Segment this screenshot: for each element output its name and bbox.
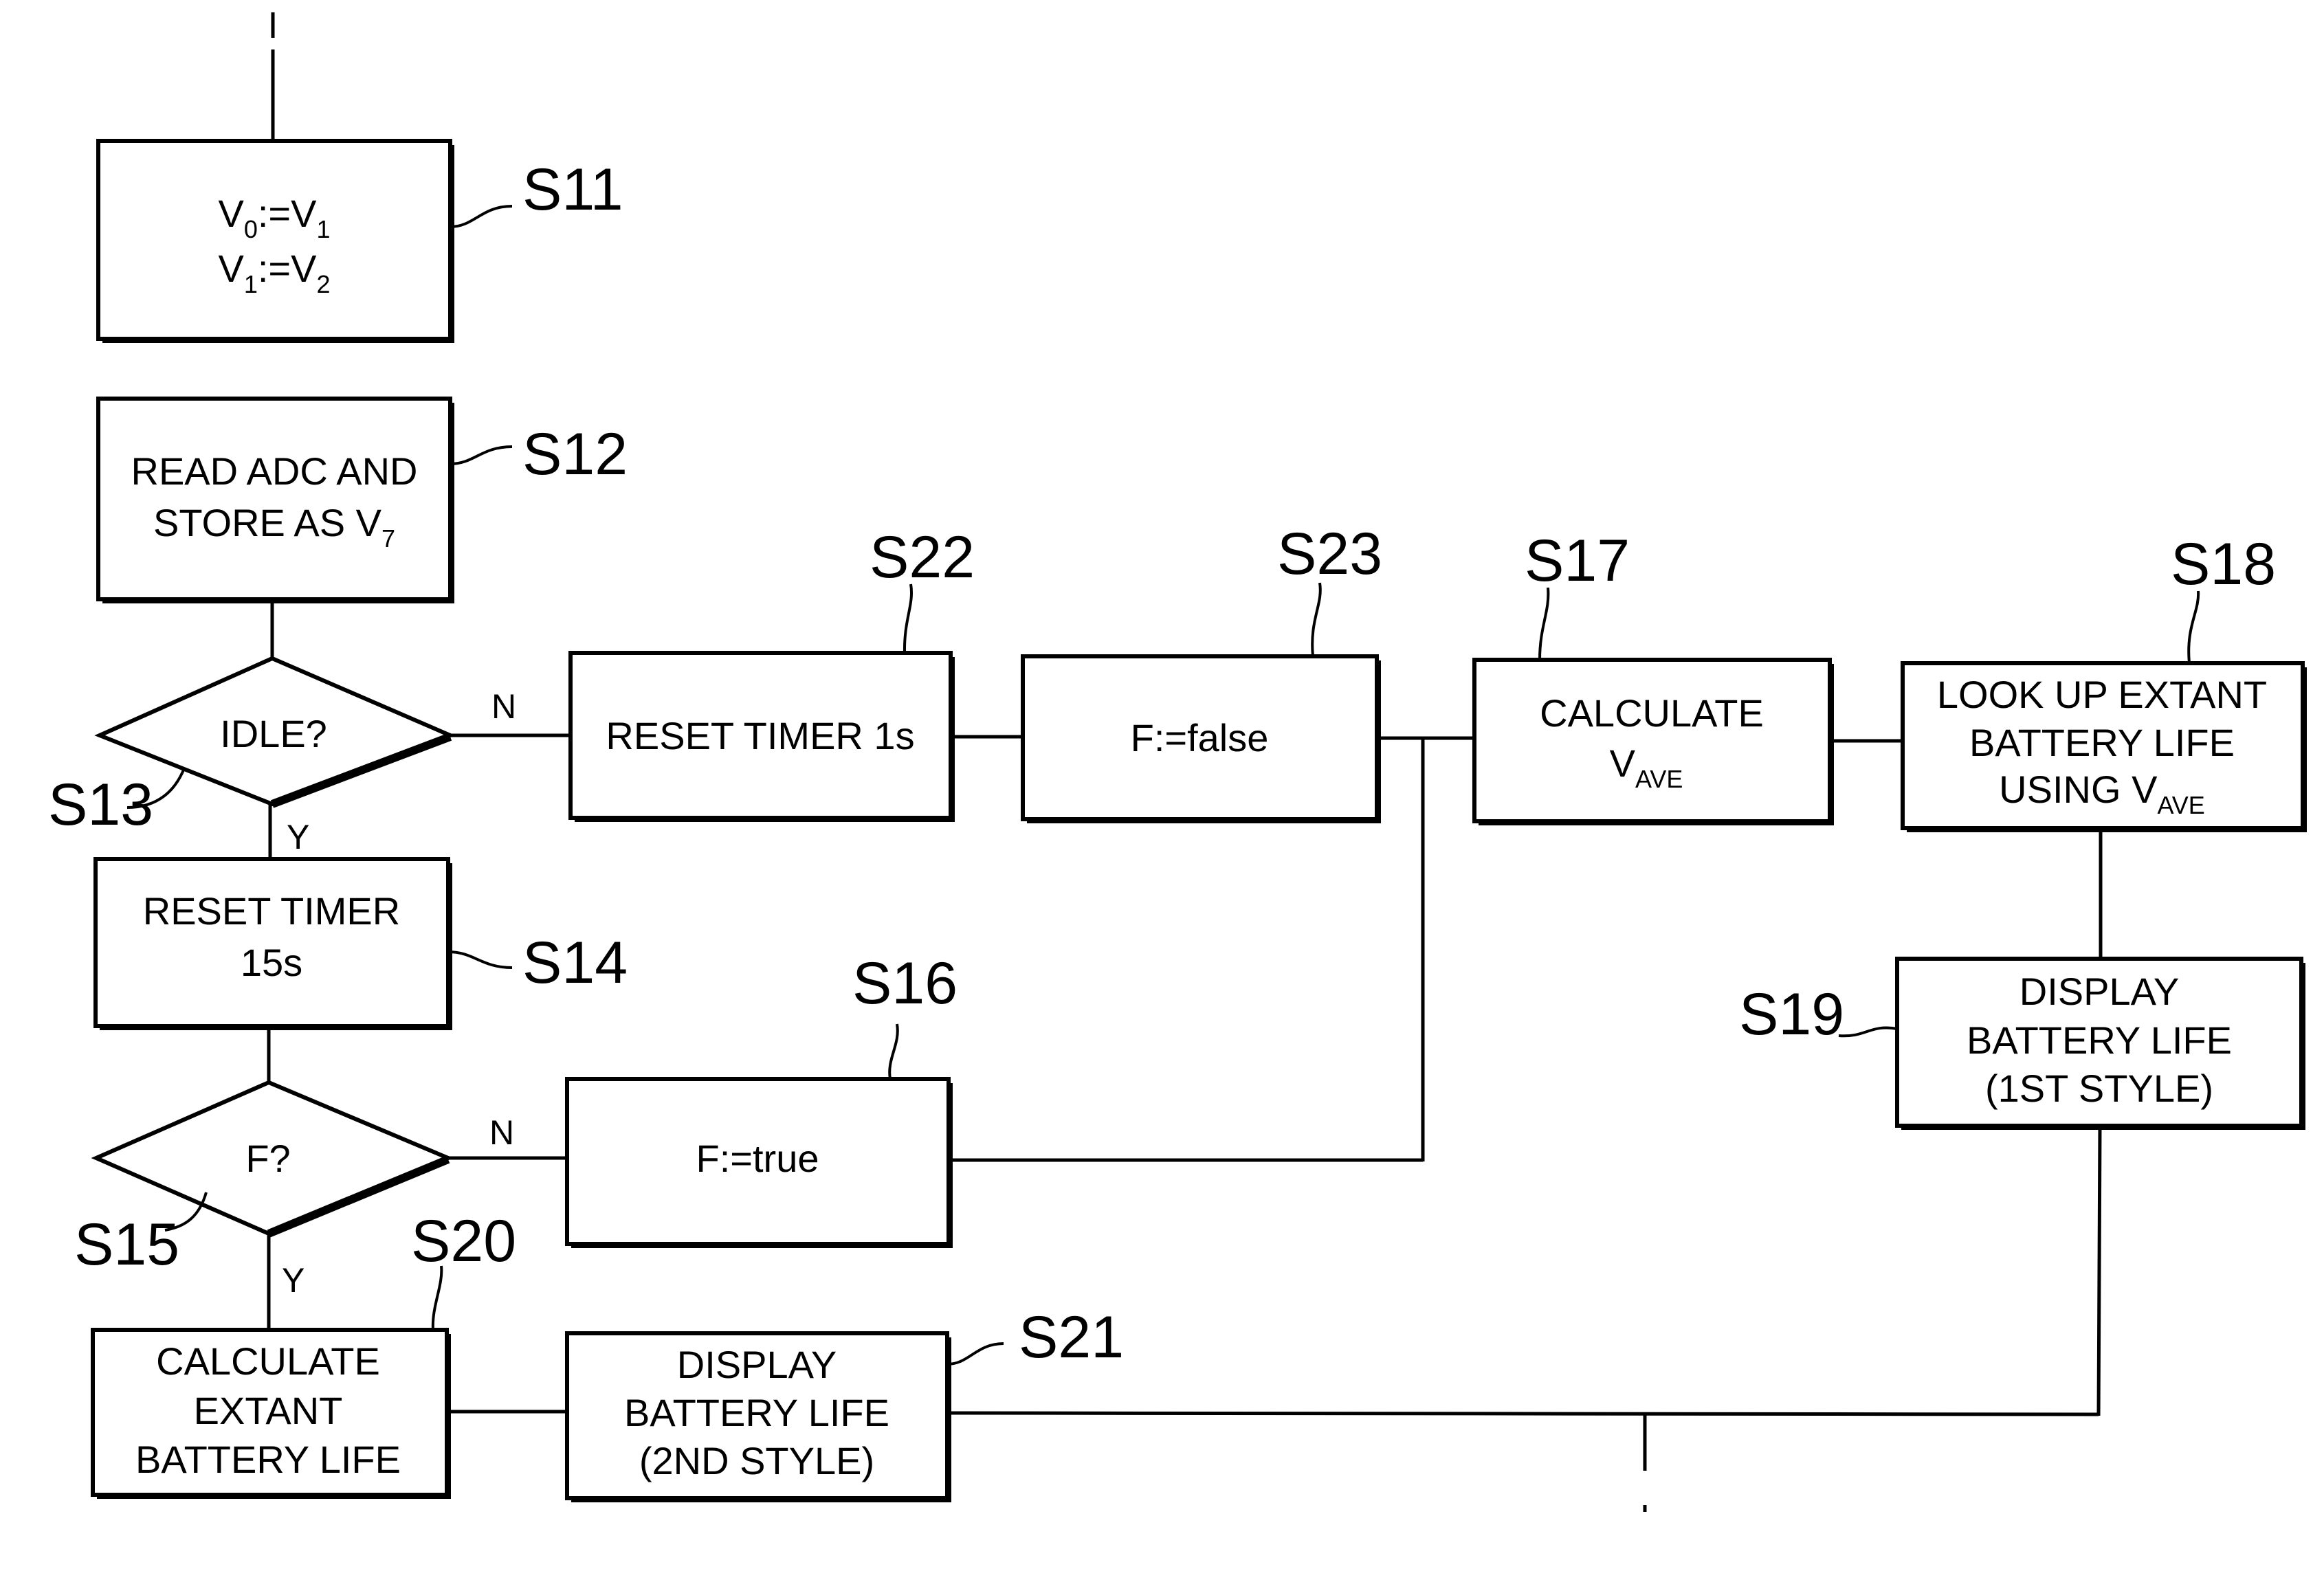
s14-ref-label: S14 xyxy=(522,930,628,996)
s18-line-1: LOOK UP EXTANT xyxy=(1937,673,2267,716)
s23-ref-label: S23 xyxy=(1277,521,1382,587)
step-s22: RESET TIMER 1s S22 xyxy=(568,524,975,822)
s20-ref-label: S20 xyxy=(411,1208,516,1274)
s16-ref-label: S16 xyxy=(852,950,958,1016)
s19-leader xyxy=(1838,1026,1898,1038)
s14-line-2: 15s xyxy=(241,941,302,984)
s17-leader xyxy=(1538,587,1550,660)
s18-leader xyxy=(2187,590,2200,664)
s23-label: F:=false xyxy=(1131,716,1269,759)
step-s21: DISPLAY BATTERY LIFE (2ND STYLE) S21 xyxy=(565,1304,1124,1502)
s12-leader xyxy=(450,445,513,465)
s13-no-label: N xyxy=(491,687,516,726)
s15-label: F? xyxy=(245,1137,290,1180)
s15-yes-label: Y xyxy=(282,1261,305,1300)
s21-leader xyxy=(947,1342,1004,1366)
s21-ref-label: S21 xyxy=(1019,1304,1124,1370)
s22-ref-label: S22 xyxy=(870,524,975,590)
s19-line-3: (1ST STYLE) xyxy=(1985,1067,2213,1110)
s18-line-2: BATTERY LIFE xyxy=(1969,721,2235,764)
s16-label: F:=true xyxy=(696,1137,819,1180)
s18-ref-label: S18 xyxy=(2171,531,2276,597)
step-s18: LOOK UP EXTANT BATTERY LIFE USING VAVE S… xyxy=(1901,531,2307,832)
decision-s13: IDLE? N Y S13 xyxy=(48,656,516,856)
s19-to-exit-line xyxy=(2096,1125,2102,1416)
s14-leader xyxy=(447,950,513,969)
step-s17: CALCULATE VAVE S17 xyxy=(1472,528,1834,825)
step-s12: READ ADC AND STORE AS V7 S12 xyxy=(96,397,628,603)
step-s23: F:=false S23 xyxy=(1021,521,1382,823)
step-s19: DISPLAY BATTERY LIFE (1ST STYLE) S19 xyxy=(1739,957,2305,1130)
s20-line-3: BATTERY LIFE xyxy=(135,1438,401,1481)
s23-leader xyxy=(1311,582,1322,657)
s20-line-1: CALCULATE xyxy=(156,1339,380,1383)
s19-line-1: DISPLAY xyxy=(2019,970,2179,1013)
s13-ref-label: S13 xyxy=(48,772,153,838)
s20-line-2: EXTANT xyxy=(194,1389,343,1432)
s17-line-1: CALCULATE xyxy=(1540,691,1764,735)
s15-no-label: N xyxy=(489,1113,514,1152)
s19-line-2: BATTERY LIFE xyxy=(1967,1019,2232,1062)
s12-ref-label: S12 xyxy=(522,421,628,487)
s12-line-1: READ ADC AND xyxy=(131,449,418,493)
s21-to-exit-line xyxy=(947,1411,2099,1416)
s21-line-1: DISPLAY xyxy=(677,1343,837,1386)
s11-leader xyxy=(450,205,513,228)
s15-ref-label: S15 xyxy=(74,1212,179,1278)
flowchart: V0:=V1 V1:=V2 S11 READ ADC AND STORE AS … xyxy=(48,12,2307,1512)
s21-line-2: BATTERY LIFE xyxy=(624,1391,889,1434)
s20-leader xyxy=(431,1265,443,1331)
s11-ref-label: S11 xyxy=(522,157,623,223)
s19-ref-label: S19 xyxy=(1739,981,1844,1047)
s13-yes-label: Y xyxy=(287,818,309,856)
s13-label: IDLE? xyxy=(220,712,327,755)
s17-ref-label: S17 xyxy=(1525,528,1630,594)
step-s11: V0:=V1 V1:=V2 S11 xyxy=(96,139,623,343)
s21-line-3: (2ND STYLE) xyxy=(639,1439,874,1482)
step-s14: RESET TIMER 15s S14 xyxy=(93,857,628,1030)
s16-leader xyxy=(888,1023,899,1080)
s22-leader xyxy=(903,583,913,654)
s22-label: RESET TIMER 1s xyxy=(606,714,914,757)
s14-line-1: RESET TIMER xyxy=(143,889,400,933)
